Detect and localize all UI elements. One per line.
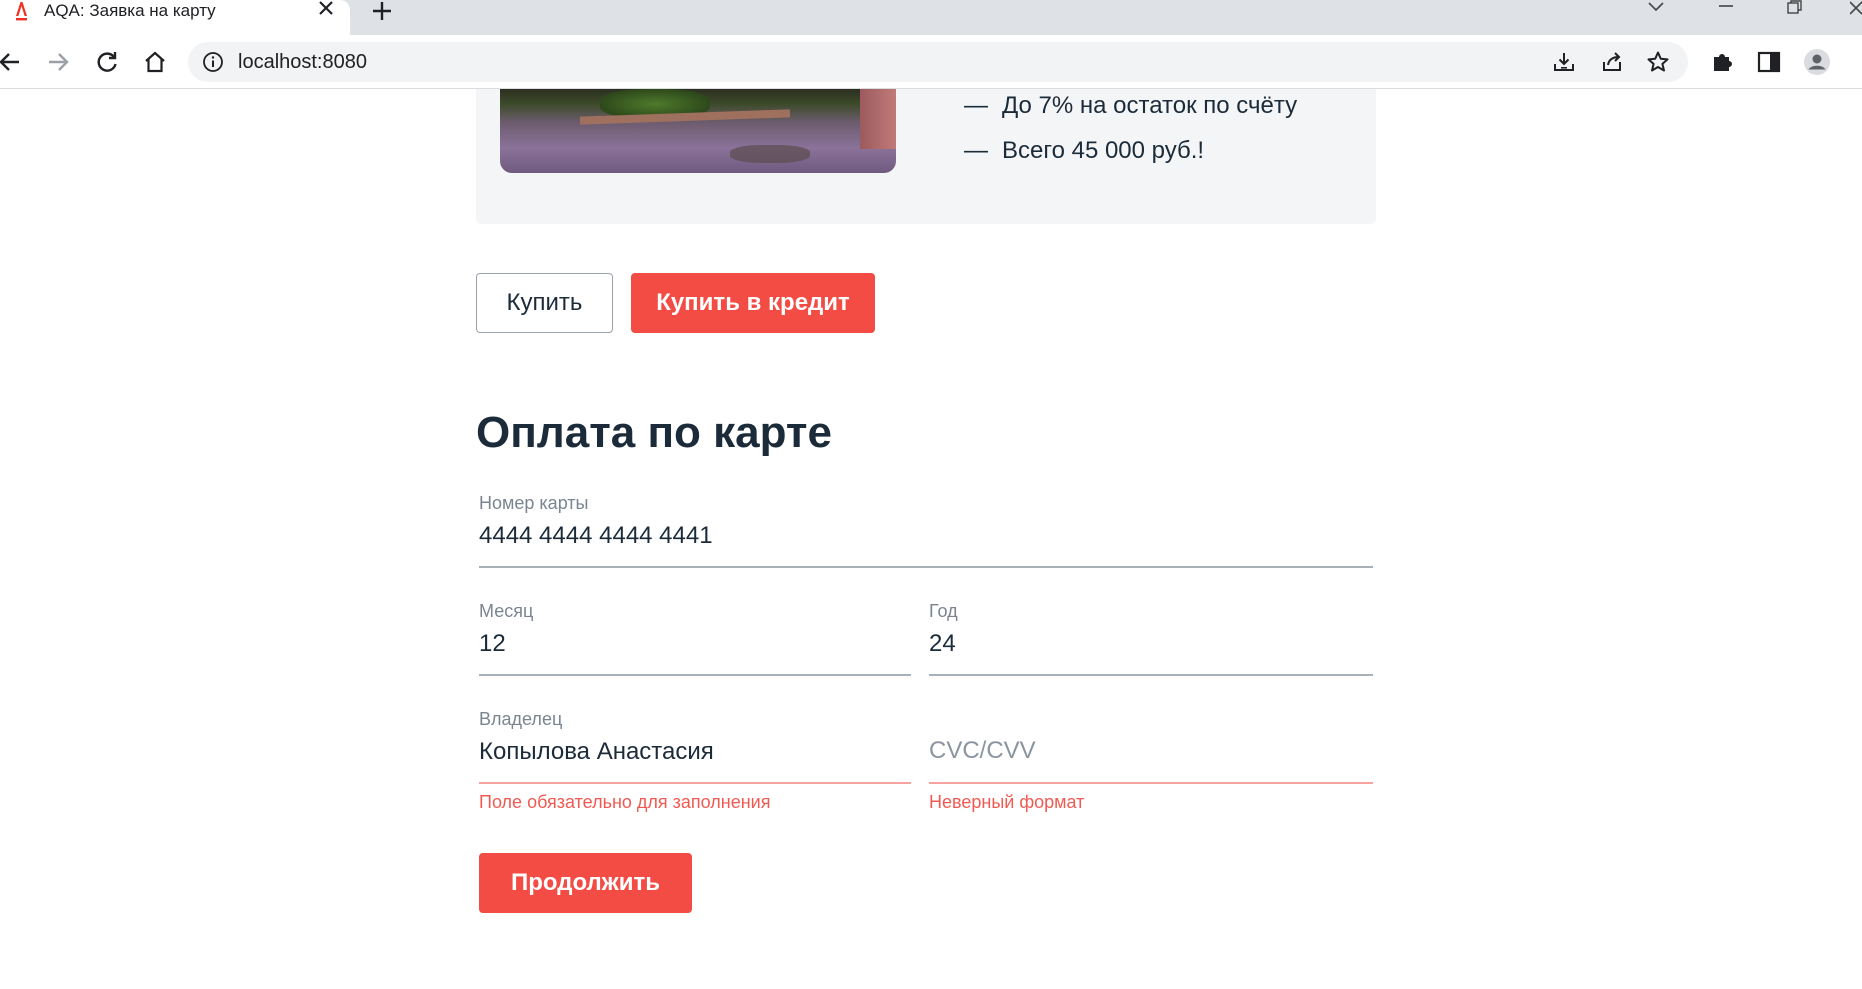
side-panel-icon[interactable] xyxy=(1755,48,1783,76)
plus-icon[interactable] xyxy=(370,0,394,24)
share-icon[interactable] xyxy=(1600,50,1624,74)
tab-title: AQA: Заявка на карту xyxy=(44,1,216,20)
home-icon[interactable] xyxy=(141,48,169,76)
browser-tab[interactable]: AQA: Заявка на карту xyxy=(0,0,350,35)
month-input[interactable]: 12 xyxy=(479,630,892,658)
arrow-left-icon[interactable] xyxy=(0,48,24,76)
owner-underline xyxy=(479,782,911,784)
browser-tabstrip: AQA: Заявка на карту xyxy=(0,0,1862,35)
info-icon[interactable] xyxy=(202,51,224,73)
feature-text: Всего 45 000 руб.! xyxy=(1002,137,1205,164)
card-number-label: Номер карты xyxy=(479,493,589,513)
arrow-right-icon[interactable] xyxy=(44,48,72,76)
feature-item: — Всего 45 000 руб.! xyxy=(964,137,1297,182)
feature-text: До 7% на остаток по счёту xyxy=(1002,92,1298,119)
owner-field[interactable]: Владелец Копылова Анастасия Поле обязате… xyxy=(476,706,911,820)
chevron-down-icon[interactable] xyxy=(1646,0,1666,20)
year-label: Год xyxy=(929,601,958,621)
owner-label: Владелец xyxy=(479,709,563,729)
reload-icon[interactable] xyxy=(93,48,121,76)
star-icon[interactable] xyxy=(1646,50,1670,74)
browser-toolbar: localhost:8080 xyxy=(0,35,1862,89)
card-number-input[interactable]: 4444 4444 4444 4441 xyxy=(479,522,1334,550)
payment-form-title: Оплата по карте xyxy=(476,408,832,457)
promo-image xyxy=(500,89,896,173)
month-underline xyxy=(479,674,911,676)
minimize-icon[interactable] xyxy=(1716,0,1736,20)
promo-card: — До 7% на остаток по счёту — Всего 45 0… xyxy=(476,89,1376,224)
buy-button[interactable]: Купить xyxy=(476,273,613,333)
url-text[interactable]: localhost:8080 xyxy=(238,51,367,74)
owner-input[interactable]: Копылова Анастасия xyxy=(479,738,892,766)
dash-bullet: — xyxy=(964,137,988,164)
year-input[interactable]: 24 xyxy=(929,630,1357,658)
dash-bullet: — xyxy=(964,92,988,119)
install-icon[interactable] xyxy=(1552,50,1576,74)
cvc-error-message: Неверный формат xyxy=(929,792,1085,812)
month-field[interactable]: Месяц 12 xyxy=(476,598,911,678)
card-number-underline xyxy=(479,566,1373,568)
buy-on-credit-button[interactable]: Купить в кредит xyxy=(631,273,875,333)
close-icon[interactable] xyxy=(316,0,336,20)
year-underline xyxy=(929,674,1373,676)
cvc-input[interactable]: CVC/CVV xyxy=(929,737,1357,765)
window-close-icon[interactable] xyxy=(1849,0,1862,20)
feature-list: — До 7% на остаток по счёту — Всего 45 0… xyxy=(964,89,1297,182)
feature-item: — До 7% на остаток по счёту xyxy=(964,92,1297,137)
year-field[interactable]: Год 24 xyxy=(926,598,1376,678)
profile-icon[interactable] xyxy=(1803,48,1831,76)
cvc-field[interactable]: CVC/CVV Неверный формат xyxy=(926,706,1376,820)
restore-icon[interactable] xyxy=(1784,0,1804,20)
continue-button[interactable]: Продолжить xyxy=(479,853,692,913)
cvc-underline xyxy=(929,782,1373,784)
card-number-field[interactable]: Номер карты 4444 4444 4444 4441 xyxy=(476,490,1376,570)
month-label: Месяц xyxy=(479,601,534,621)
alfa-logo-icon xyxy=(10,0,32,22)
puzzle-icon[interactable] xyxy=(1708,48,1736,76)
address-bar[interactable]: localhost:8080 xyxy=(188,42,1688,82)
owner-error-message: Поле обязательно для заполнения xyxy=(479,792,771,812)
